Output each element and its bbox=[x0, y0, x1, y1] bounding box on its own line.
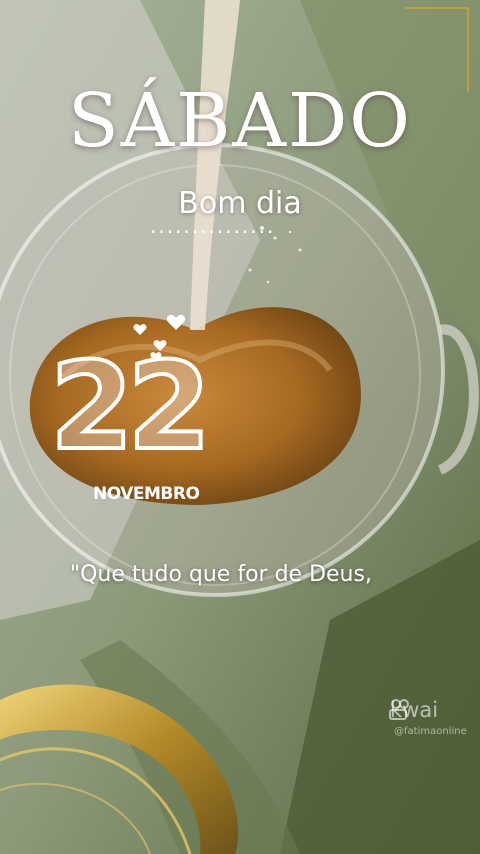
day-number: 22 bbox=[48, 336, 213, 479]
author-handle: @fatimaonline bbox=[394, 726, 467, 737]
kwai-watermark: kwai bbox=[390, 698, 439, 722]
month-label: NOVEMBRO bbox=[93, 484, 200, 504]
story-image: SÁBADO Bom dia ............... 22 NOVEMB… bbox=[0, 0, 480, 854]
day-name-title: SÁBADO bbox=[68, 78, 412, 164]
dotted-underline: ............... bbox=[150, 214, 276, 238]
quote-text: "Que tudo que for de Deus, bbox=[70, 562, 372, 587]
